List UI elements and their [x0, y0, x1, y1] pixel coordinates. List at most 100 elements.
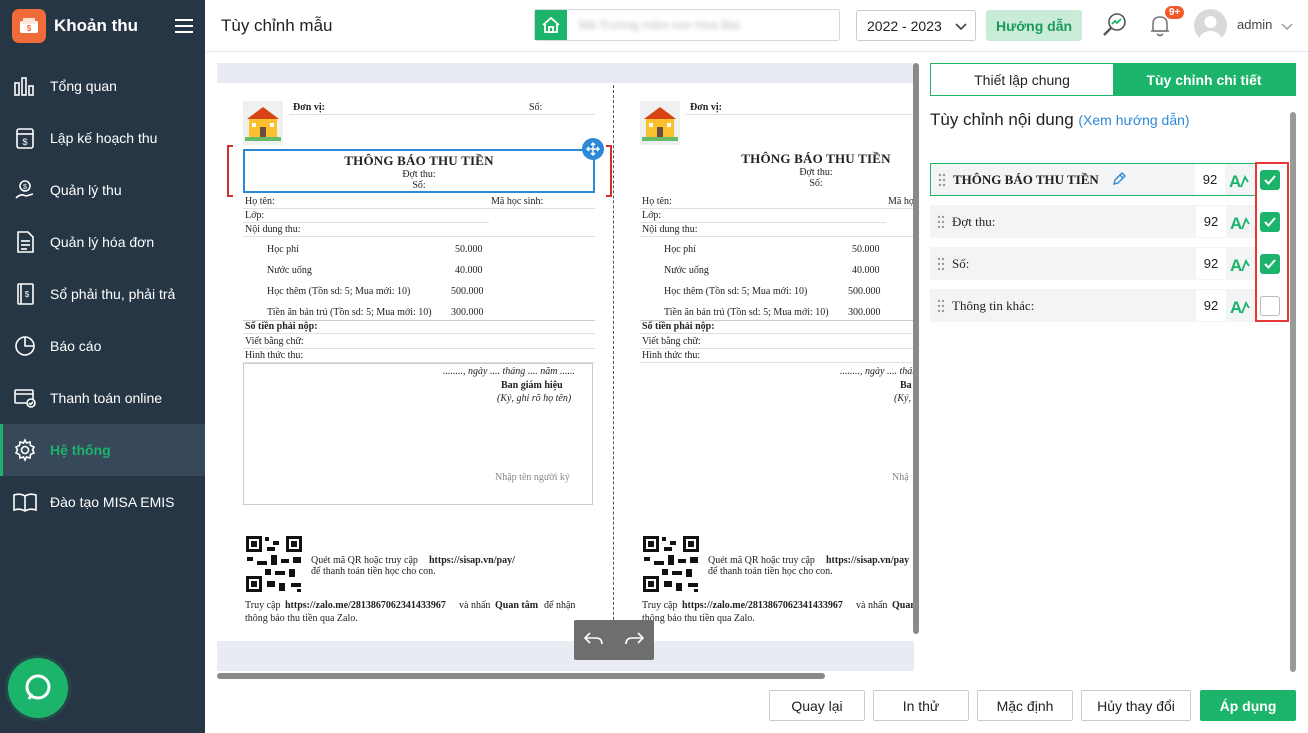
content-item-row[interactable]: Số: 92 A [930, 247, 1256, 280]
undo-icon[interactable] [583, 630, 605, 651]
sidebar-item-thanh-toan-online[interactable]: Thanh toán online [0, 372, 205, 424]
visibility-checkbox[interactable] [1260, 296, 1280, 316]
signer-name-placeholder[interactable]: Nhập tên người ký [495, 472, 570, 483]
edit-pencil-icon[interactable] [1111, 171, 1127, 190]
font-style-icon[interactable]: A [1227, 168, 1251, 192]
drag-handle-icon[interactable] [930, 257, 952, 271]
font-style-icon[interactable]: A [1228, 210, 1252, 234]
panel-scrollbar[interactable] [1290, 112, 1296, 672]
invoice-icon [12, 229, 38, 255]
font-size-input[interactable]: 92 [1196, 206, 1226, 237]
svg-text:$: $ [27, 24, 32, 33]
fee-name: Nước uống [267, 265, 312, 276]
cut-line [613, 85, 614, 640]
school-year-select[interactable]: 2022 - 2023 [856, 10, 976, 41]
visibility-checkbox[interactable] [1260, 212, 1280, 232]
sidebar-item-label: Tổng quan [50, 78, 117, 94]
visibility-checkbox[interactable] [1260, 254, 1280, 274]
tab-general-settings[interactable]: Thiết lập chung [931, 64, 1113, 95]
chevron-down-icon [955, 18, 967, 34]
sidebar-item-dao-tao[interactable]: Đào tạo MISA EMIS [0, 476, 205, 528]
visibility-checkbox[interactable] [1260, 170, 1280, 190]
sidebar-item-label: Quản lý thu [50, 182, 122, 198]
undo-redo-toolbar [574, 620, 654, 660]
avatar[interactable] [1194, 9, 1227, 42]
signer-name-placeholder: Nhậ [892, 472, 909, 483]
cancel-changes-button[interactable]: Hủy thay đổi [1081, 690, 1191, 721]
drag-handle-icon[interactable] [930, 299, 952, 313]
content-item-row[interactable]: Đợt thu: 92 A [930, 205, 1256, 238]
fee-name: Học phí [267, 244, 299, 255]
school-logo-icon [640, 101, 680, 145]
default-button[interactable]: Mặc định [977, 690, 1073, 721]
sidebar-item-so-phai-thu[interactable]: $ Sổ phải thu, phải trả [0, 268, 205, 320]
sidebar-item-label: Quản lý hóa đơn [50, 234, 155, 250]
chat-button[interactable] [8, 658, 68, 718]
template-canvas[interactable]: Đơn vị: Số: THÔNG BÁO THU TIỀN Đợt thu: … [217, 63, 914, 671]
zalo-link[interactable]: https://zalo.me/2813867062341433967 [285, 600, 446, 611]
svg-text:$: $ [22, 137, 27, 147]
font-size-input[interactable]: 92 [1195, 164, 1225, 195]
chevron-down-icon[interactable] [1281, 18, 1293, 34]
money-hand-icon: $ [12, 177, 38, 203]
drag-handle-icon[interactable] [931, 173, 953, 187]
help-link[interactable]: (Xem hướng dẫn) [1078, 112, 1189, 128]
student-code-label: Mã học sinh: [888, 196, 914, 207]
selection-bracket [227, 145, 233, 197]
sidebar-item-quan-ly-hoa-don[interactable]: Quản lý hóa đơn [0, 216, 205, 268]
receipt-title-block[interactable]: THÔNG BÁO THU TIỀN Đợt thu: Số: [243, 149, 595, 193]
back-button[interactable]: Quay lại [769, 690, 865, 721]
font-size-input[interactable]: 92 [1196, 248, 1226, 279]
sidebar-item-label: Đào tạo MISA EMIS [50, 494, 175, 510]
qr-link[interactable]: https://sisap.vn/pay/ [429, 555, 515, 566]
canvas-horizontal-scrollbar[interactable] [217, 673, 825, 679]
sidebar: $ Khoản thu Tổng quan $ Lập kế hoạch thu… [0, 0, 205, 733]
tab-detail-customize[interactable]: Tùy chỉnh chi tiết [1113, 64, 1295, 95]
move-icon[interactable] [582, 138, 604, 160]
content-item-label: THÔNG BÁO THU TIỀN [953, 171, 1099, 187]
zalo-line2: thông báo thu tiền qua Zalo. [642, 613, 755, 624]
sidebar-item-tong-quan[interactable]: Tổng quan [0, 60, 205, 112]
receipt-number-label: Số: [809, 178, 823, 189]
content-item-row[interactable]: Thông tin khác: 92 A [930, 289, 1256, 322]
qr-text: Quét mã QR hoặc truy cập [311, 555, 418, 566]
redo-icon[interactable] [623, 630, 645, 651]
batch-label: Đợt thu: [402, 169, 436, 180]
pie-chart-icon [12, 333, 38, 359]
canvas-top-margin [217, 63, 914, 83]
user-name[interactable]: admin [1237, 17, 1272, 32]
gear-icon [12, 437, 38, 463]
font-style-icon[interactable]: A [1228, 252, 1252, 276]
search-analytics-icon[interactable] [1101, 11, 1129, 42]
content-item-row[interactable]: THÔNG BÁO THU TIỀN 92 A [930, 163, 1256, 196]
sidebar-item-quan-ly-thu[interactable]: $ Quản lý thu [0, 164, 205, 216]
font-size-input[interactable]: 92 [1196, 290, 1226, 321]
receipt-title-block[interactable]: THÔNG BÁO THU TIỀN Đợt thu: Số: [640, 149, 914, 193]
panel-heading-text: Tùy chỉnh nội dung [930, 110, 1074, 129]
date-line: ........, ngày .... tháng .... năm .....… [840, 366, 914, 377]
school-selector[interactable]: Mã Trường mầm non Hoa Mai [534, 9, 840, 41]
school-logo-icon[interactable] [243, 101, 283, 145]
drag-handle-icon[interactable] [930, 215, 952, 229]
guide-button[interactable]: Hướng dẫn [986, 10, 1082, 41]
notification-badge: 9+ [1165, 6, 1185, 19]
zalo-link: https://zalo.me/2813867062341433967 [682, 600, 843, 611]
qr-code-icon [642, 535, 700, 593]
apply-button[interactable]: Áp dụng [1200, 690, 1296, 721]
book-icon [12, 489, 38, 515]
fee-amount: 50.000 [852, 244, 880, 255]
fee-name: Nước uống [664, 265, 709, 276]
sidebar-item-bao-cao[interactable]: Báo cáo [0, 320, 205, 372]
in-words-label: Viết bằng chữ: [642, 336, 701, 347]
print-test-button[interactable]: In thử [873, 690, 969, 721]
unit-label: Đơn vị: [293, 102, 325, 113]
qr-link: https://sisap.vn/pay [826, 555, 910, 566]
sidebar-item-lap-ke-hoach-thu[interactable]: $ Lập kế hoạch thu [0, 112, 205, 164]
font-style-icon[interactable]: A [1228, 294, 1252, 318]
qr-text-2: để thanh toán tiền học cho con. [311, 566, 436, 577]
fee-name: Tiền ăn bán trú (Tồn sd: 5; Mua mới: 10) [664, 307, 829, 318]
menu-toggle-icon[interactable] [175, 19, 193, 33]
zalo-line2: thông báo thu tiền qua Zalo. [245, 613, 358, 624]
sidebar-item-he-thong[interactable]: Hệ thống [0, 424, 205, 476]
class-label: Lớp: [245, 210, 265, 221]
